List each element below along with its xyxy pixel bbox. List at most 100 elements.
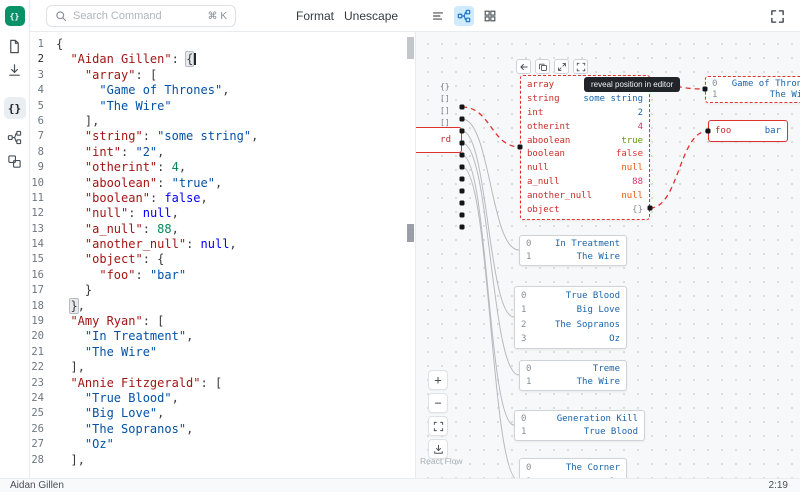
code-line[interactable]: 16 "foo": "bar" (30, 268, 415, 283)
back-button[interactable] (516, 59, 531, 74)
editor-view-button[interactable]: {} (4, 97, 26, 119)
code-line[interactable]: 19 "Amy Ryan": [ (30, 314, 415, 329)
node-object-foo[interactable]: foobar (708, 120, 788, 142)
graph-canvas[interactable]: {}[][][] rd reveal position in editor + (415, 32, 800, 478)
code-line[interactable]: 9 "otherint": 4, (30, 160, 415, 175)
row-value: null (621, 191, 643, 201)
row-value: In Treatment (555, 239, 620, 249)
node-amy-ryan[interactable]: 0In Treatment1The Wire (519, 235, 627, 266)
editor-scrollbar-thumb[interactable] (407, 37, 414, 59)
app-logo-icon[interactable]: {} (5, 6, 25, 26)
code-line[interactable]: 24 "True Blood", (30, 391, 415, 406)
code-line[interactable]: 18 }, (30, 299, 415, 314)
code-line[interactable]: 27 "Oz" (30, 437, 415, 452)
code-line[interactable]: 21 "The Wire" (30, 345, 415, 360)
fit-view-button[interactable] (428, 416, 448, 436)
code-text: "array": [ (56, 68, 157, 83)
edge-handle[interactable] (706, 129, 711, 134)
code-line[interactable]: 1{ (30, 37, 415, 52)
row-value: true (621, 136, 643, 146)
code-line[interactable]: 17 } (30, 283, 415, 298)
unescape-button[interactable]: Unescape (344, 0, 398, 32)
code-text: "In Treatment", (56, 329, 193, 344)
edge-handle[interactable] (460, 201, 465, 206)
edge-handle[interactable] (460, 129, 465, 134)
code-line[interactable]: 2 "Aidan Gillen": { (30, 52, 415, 67)
line-number: 14 (30, 237, 44, 252)
code-editor[interactable]: 1{2 "Aidan Gillen": {3 "array": [4 "Game… (30, 32, 415, 478)
code-line[interactable]: 5 "The Wire" (30, 99, 415, 114)
code-line[interactable]: 14 "another_null": null, (30, 237, 415, 252)
line-number: 10 (30, 176, 44, 191)
code-line[interactable]: 22 ], (30, 360, 415, 375)
line-number: 23 (30, 376, 44, 391)
code-line[interactable]: 3 "array": [ (30, 68, 415, 83)
edge-handle[interactable] (460, 165, 465, 170)
node-aidan-array[interactable]: 0Game of Thrones1The Wire (705, 76, 800, 103)
code-line[interactable]: 12 "null": null, (30, 206, 415, 221)
row-key: another_null (527, 191, 592, 201)
code-line[interactable]: 8 "int": "2", (30, 145, 415, 160)
code-line[interactable]: 23 "Annie Fitzgerald": [ (30, 376, 415, 391)
edge-handle[interactable] (460, 177, 465, 182)
node-anwan-glover[interactable]: 0Treme1The Wire (519, 360, 627, 391)
flow-button[interactable] (4, 126, 26, 148)
code-line[interactable]: 28 ], (30, 453, 415, 468)
line-number: 22 (30, 360, 44, 375)
node-annie-fitzgerald[interactable]: 0True Blood1Big Love2The Sopranos3Oz (514, 286, 627, 349)
zoom-out-button[interactable]: − (428, 393, 448, 413)
code-line[interactable]: 11 "boolean": false, (30, 191, 415, 206)
focus-node-button[interactable] (573, 59, 588, 74)
edge-handle[interactable] (460, 189, 465, 194)
edge-handle[interactable] (648, 206, 653, 211)
rows-view-button[interactable] (428, 6, 448, 26)
code-line[interactable]: 4 "Game of Thrones", (30, 83, 415, 98)
edge-handle[interactable] (703, 87, 708, 92)
code-text: "The Wire" (56, 99, 172, 114)
copy-button[interactable] (535, 59, 550, 74)
document-button[interactable] (4, 35, 26, 57)
pane-resize-grip[interactable] (408, 229, 414, 239)
node-row: 0Treme (520, 363, 626, 376)
edge-handle[interactable] (460, 213, 465, 218)
root-node-sliver[interactable]: rd (415, 127, 462, 153)
edge-handle[interactable] (460, 141, 465, 146)
download-image-button[interactable] (428, 439, 448, 459)
node-row: 0True Blood (515, 289, 626, 303)
line-number: 25 (30, 406, 44, 421)
edge-handle[interactable] (460, 153, 465, 158)
braces-icon: {} (8, 102, 21, 115)
search-icon (55, 10, 67, 22)
edge-handle[interactable] (460, 225, 465, 230)
code-line[interactable]: 25 "Big Love", (30, 406, 415, 421)
graph-view-button[interactable] (454, 6, 474, 26)
code-line[interactable]: 26 "The Sopranos", (30, 422, 415, 437)
code-line[interactable]: 6 ], (30, 114, 415, 129)
node-alice-farmer[interactable]: 0The Corner1Oz2The Wire (519, 458, 627, 478)
download-button[interactable] (4, 59, 26, 81)
node-row: 1The Wire (520, 251, 626, 264)
expand-node-button[interactable] (554, 59, 569, 74)
edge-handle[interactable] (460, 117, 465, 122)
node-alexander-skarsgard[interactable]: 0Generation Kill1True Blood (514, 410, 645, 441)
download-icon (7, 63, 22, 78)
graph-edge-red (462, 107, 520, 147)
node-aidan-gillen[interactable]: array[]stringsome stringint2otherint4abo… (520, 75, 650, 220)
edge-handle[interactable] (518, 145, 523, 150)
code-line[interactable]: 10 "aboolean": "true", (30, 176, 415, 191)
zoom-in-button[interactable]: + (428, 370, 448, 390)
code-line[interactable]: 15 "object": { (30, 252, 415, 267)
search-input[interactable] (73, 10, 202, 22)
code-line[interactable]: 7 "string": "some string", (30, 129, 415, 144)
command-search[interactable]: ⌘ K (46, 5, 236, 27)
edge-handle[interactable] (460, 105, 465, 110)
fullscreen-button[interactable] (768, 7, 786, 25)
table-view-button[interactable] (480, 6, 500, 26)
code-line[interactable]: 20 "In Treatment", (30, 329, 415, 344)
format-button[interactable]: Format (296, 0, 334, 32)
code-line[interactable]: 13 "a_null": 88, (30, 222, 415, 237)
transform-button[interactable] (4, 150, 26, 172)
bracket-glyph: [] (440, 106, 450, 115)
download-image-icon (433, 444, 444, 455)
code-text: "Oz" (56, 437, 114, 452)
